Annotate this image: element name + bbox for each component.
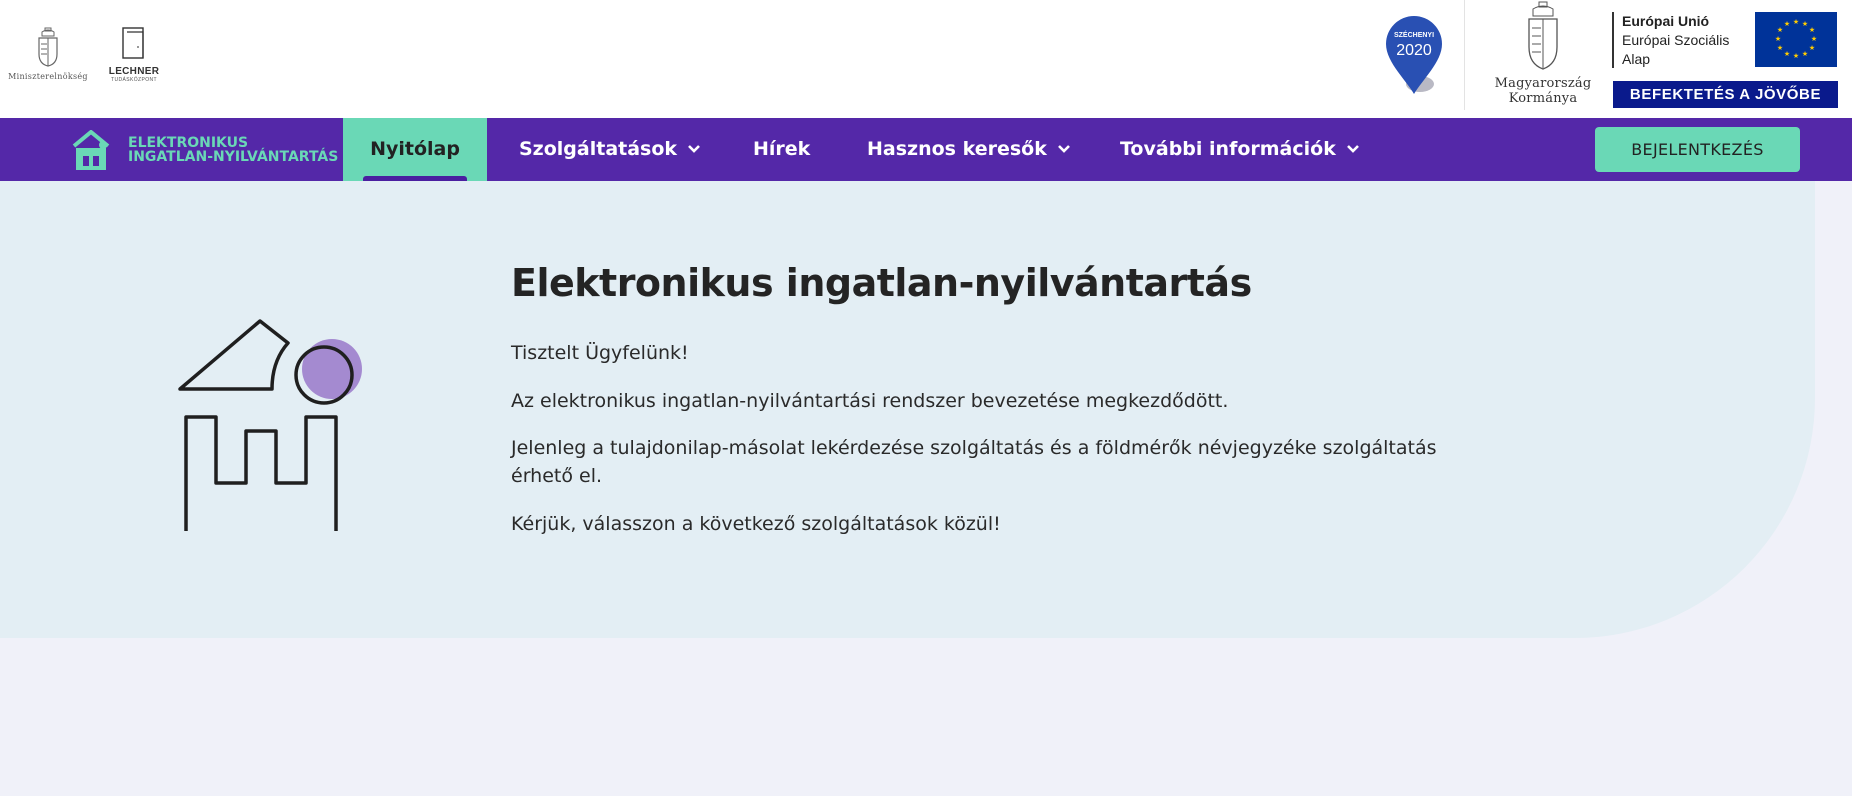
eu-band: BEFEKTETÉS A JÖVŐBE bbox=[1613, 81, 1838, 108]
szechenyi-pin-icon: SZÉCHENYI 2020 bbox=[1386, 16, 1442, 94]
nav-item-services[interactable]: Szolgáltatások bbox=[519, 118, 701, 181]
govt-logo[interactable]: Magyarország Kormánya bbox=[1482, 0, 1604, 112]
nav-item-news[interactable]: Hírek bbox=[753, 118, 810, 181]
eu-line1: Európai Unió bbox=[1622, 13, 1710, 29]
szechenyi-label: SZÉCHENYI bbox=[1394, 30, 1434, 39]
svg-text:★: ★ bbox=[1809, 26, 1815, 34]
svg-text:★: ★ bbox=[1775, 35, 1781, 43]
nav-item-home[interactable]: Nyitólap bbox=[343, 118, 487, 181]
greeting-text: Tisztelt Ügyfelünk! bbox=[511, 342, 689, 364]
ministry-caption: Miniszterelnökség bbox=[8, 72, 88, 81]
lechner-door-icon bbox=[122, 27, 144, 59]
logo-divider bbox=[1464, 0, 1465, 110]
chevron-down-icon bbox=[1057, 145, 1070, 153]
nav-item-label: Nyitólap bbox=[370, 138, 460, 160]
nav-item-label: Hírek bbox=[753, 138, 811, 160]
svg-text:★: ★ bbox=[1802, 50, 1808, 58]
ministry-logo[interactable]: Miniszterelnökség bbox=[6, 26, 90, 84]
intro-text: Az elektronikus ingatlan-nyilvántartási … bbox=[511, 390, 1229, 412]
svg-text:★: ★ bbox=[1784, 20, 1790, 28]
svg-text:★: ★ bbox=[1793, 52, 1799, 60]
svg-text:★: ★ bbox=[1777, 26, 1783, 34]
govt-line1: Magyarország bbox=[1494, 76, 1592, 91]
choose-service-text: Kérjük, válasszon a következő szolgáltat… bbox=[511, 513, 1001, 535]
lechner-sub: TUDÁSKÖZPONT bbox=[111, 77, 157, 83]
eu-line3: Alap bbox=[1622, 51, 1651, 67]
brand-line2: INGATLAN-NYILVÁNTARTÁS bbox=[128, 149, 339, 165]
eu-flag-icon: ★ ★ ★ ★ ★ ★ ★ ★ ★ ★ ★ ★ bbox=[1755, 12, 1837, 67]
lechner-logo[interactable]: LECHNER TUDÁSKÖZPONT bbox=[106, 26, 162, 84]
hero-section: Elektronikus ingatlan-nyilvántartás Tisz… bbox=[0, 181, 1815, 638]
govt-line2: Kormánya bbox=[1508, 91, 1578, 106]
hungarian-crest-icon bbox=[38, 27, 58, 67]
nav-item-label: Hasznos keresők bbox=[867, 138, 1047, 160]
services-available-text: Jelenleg a tulajdonilap-másolat lekérdez… bbox=[511, 437, 1437, 487]
svg-text:★: ★ bbox=[1802, 20, 1808, 28]
nav-item-label: Szolgáltatások bbox=[519, 138, 678, 160]
svg-text:★: ★ bbox=[1793, 18, 1799, 26]
chevron-down-icon bbox=[1346, 145, 1359, 153]
nav-item-search-tools[interactable]: Hasznos keresők bbox=[867, 118, 1071, 181]
svg-text:★: ★ bbox=[1784, 50, 1790, 58]
szechenyi-year: 2020 bbox=[1396, 42, 1432, 59]
page-title: Elektronikus ingatlan-nyilvántartás bbox=[511, 261, 1252, 305]
svg-text:★: ★ bbox=[1811, 35, 1817, 43]
svg-text:★: ★ bbox=[1809, 44, 1815, 52]
brand-line1: ELEKTRONIKUS bbox=[128, 135, 249, 151]
house-illustration-icon bbox=[178, 319, 362, 531]
chevron-down-icon bbox=[688, 145, 700, 153]
eu-text-block: Európai Unió Európai Szociális Alap bbox=[1612, 12, 1729, 68]
login-button[interactable]: BEJELENTKEZÉS bbox=[1595, 127, 1800, 172]
nav-item-label: További információk bbox=[1120, 138, 1336, 160]
eu-line2: Európai Szociális bbox=[1622, 32, 1730, 48]
lechner-name: LECHNER bbox=[108, 66, 160, 77]
house-logo-icon bbox=[72, 130, 110, 170]
main-nav: ELEKTRONIKUS INGATLAN-NYILVÁNTARTÁS Nyit… bbox=[0, 118, 1852, 181]
hungarian-crest-icon bbox=[1528, 1, 1558, 70]
top-logo-bar: Miniszterelnökség LECHNER TUDÁSKÖZPONT S… bbox=[0, 0, 1852, 118]
svg-text:★: ★ bbox=[1777, 44, 1783, 52]
brand-logo[interactable]: ELEKTRONIKUS INGATLAN-NYILVÁNTARTÁS bbox=[72, 128, 338, 172]
szechenyi-2020-logo[interactable]: SZÉCHENYI 2020 bbox=[1384, 14, 1444, 96]
nav-item-more-info[interactable]: További információk bbox=[1120, 118, 1360, 181]
